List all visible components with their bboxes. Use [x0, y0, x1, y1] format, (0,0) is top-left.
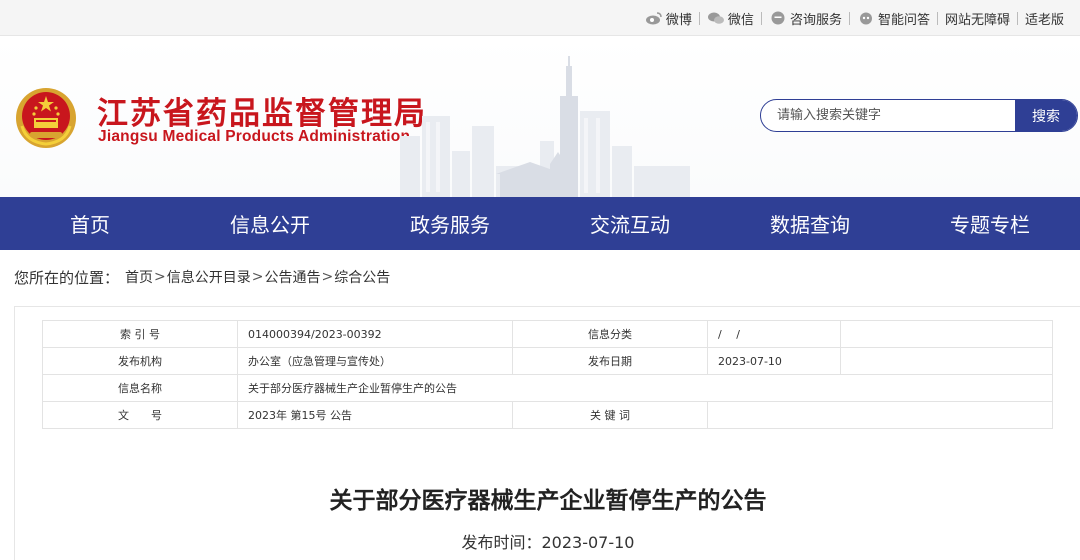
- breadcrumb-general-notices[interactable]: 综合公告: [334, 267, 390, 287]
- table-row: 索 引 号 014000394/2023-00392 信息分类 / /: [42, 320, 1053, 348]
- breadcrumb-home[interactable]: 首页: [125, 267, 153, 287]
- nav-item-gov-services[interactable]: 政务服务: [360, 197, 540, 250]
- accessibility-link[interactable]: 网站无障碍: [939, 9, 1016, 28]
- smart-qa-link[interactable]: 智能问答: [851, 9, 936, 28]
- main-nav: 首页 信息公开 政务服务 交流互动 数据查询 专题专栏: [0, 197, 1080, 250]
- publish-date-label: 发布日期: [512, 347, 708, 375]
- elderly-version-link[interactable]: 适老版: [1019, 9, 1070, 28]
- elderly-version-label: 适老版: [1024, 12, 1064, 28]
- article-title: 关于部分医疗器械生产企业暂停生产的公告: [329, 488, 767, 514]
- breadcrumb-separator: >: [321, 269, 334, 285]
- empty-cell: [840, 347, 1053, 375]
- site-title-en[interactable]: Jiangsu Medical Products Administration: [98, 128, 410, 146]
- keywords-label: 关 键 词: [512, 401, 708, 429]
- consult-link[interactable]: 咨询服务: [763, 9, 848, 28]
- table-row: 文 号 2023年 第15号 公告 关 键 词: [42, 401, 1053, 429]
- nav-item-data-query[interactable]: 数据查询: [720, 197, 900, 250]
- divider: [848, 11, 850, 25]
- site-title-cn[interactable]: 江苏省药品监督管理局: [97, 88, 427, 133]
- breadcrumb-info-catalog[interactable]: 信息公开目录: [167, 267, 251, 287]
- wechat-icon: [707, 11, 725, 25]
- info-name-label: 信息名称: [42, 374, 238, 402]
- table-row: 发布机构 办公室（应急管理与宣传处） 发布日期 2023-07-10: [42, 347, 1053, 375]
- publish-date-value: 2023-07-10: [707, 347, 841, 375]
- search-input[interactable]: [761, 100, 1015, 131]
- breadcrumb-separator: >: [154, 269, 166, 285]
- nav-item-interaction[interactable]: 交流互动: [540, 197, 720, 250]
- breadcrumb: 您所在的位置： 首页 > 信息公开目录 > 公告通告 > 综合公告: [0, 250, 1080, 304]
- info-category-label: 信息分类: [512, 320, 708, 348]
- national-emblem-logo[interactable]: [14, 86, 78, 150]
- table-row: 信息名称 关于部分医疗器械生产企业暂停生产的公告: [42, 374, 1053, 402]
- nav-item-home[interactable]: 首页: [0, 197, 180, 250]
- breadcrumb-separator: >: [251, 269, 264, 285]
- doc-number-value: 2023年 第15号 公告: [237, 401, 513, 429]
- info-name-value: 关于部分医疗器械生产企业暂停生产的公告: [237, 374, 1053, 402]
- weibo-label: 微博: [665, 12, 692, 28]
- publisher-value: 办公室（应急管理与宣传处）: [237, 347, 513, 375]
- article-publish-time: 发布时间：2023-07-10: [461, 533, 635, 552]
- breadcrumb-notices[interactable]: 公告通告: [264, 267, 320, 287]
- publisher-label: 发布机构: [42, 347, 238, 375]
- keywords-value: [707, 401, 1053, 429]
- search-button[interactable]: 搜索: [1015, 100, 1077, 131]
- article-container: 索 引 号 014000394/2023-00392 信息分类 / / 发布机构…: [14, 306, 1080, 560]
- chat-bubble-icon: [769, 11, 787, 25]
- empty-cell: [840, 320, 1053, 348]
- robot-icon: [857, 11, 875, 25]
- doc-number-label: 文 号: [42, 401, 238, 429]
- site-header: 江苏省药品监督管理局 Jiangsu Medical Products Admi…: [0, 36, 1080, 197]
- info-category-value: / /: [707, 320, 841, 348]
- smart-qa-label: 智能问答: [877, 12, 930, 28]
- breadcrumb-label: 您所在的位置：: [14, 268, 120, 287]
- wechat-link[interactable]: 微信: [701, 9, 760, 28]
- divider: [698, 11, 700, 25]
- search-box: 搜索: [760, 99, 1078, 132]
- divider: [1016, 11, 1018, 25]
- info-metadata-table: 索 引 号 014000394/2023-00392 信息分类 / / 发布机构…: [42, 320, 1053, 429]
- index-number-label: 索 引 号: [42, 320, 238, 348]
- top-utility-bar: 微博 微信 咨询服务 智能问答 网站无障碍 适老版: [0, 0, 1080, 36]
- nav-item-info-disclosure[interactable]: 信息公开: [180, 197, 360, 250]
- accessibility-label: 网站无障碍: [944, 12, 1010, 28]
- weibo-link[interactable]: 微博: [639, 9, 698, 28]
- consult-label: 咨询服务: [789, 12, 842, 28]
- city-skyline-illustration: [400, 56, 690, 197]
- divider: [760, 11, 762, 25]
- top-links: 微博 微信 咨询服务 智能问答 网站无障碍 适老版: [639, 0, 1070, 36]
- nav-item-topics[interactable]: 专题专栏: [900, 197, 1080, 250]
- weibo-icon: [645, 11, 663, 25]
- wechat-label: 微信: [727, 12, 754, 28]
- index-number-value: 014000394/2023-00392: [237, 320, 513, 348]
- divider: [936, 11, 938, 25]
